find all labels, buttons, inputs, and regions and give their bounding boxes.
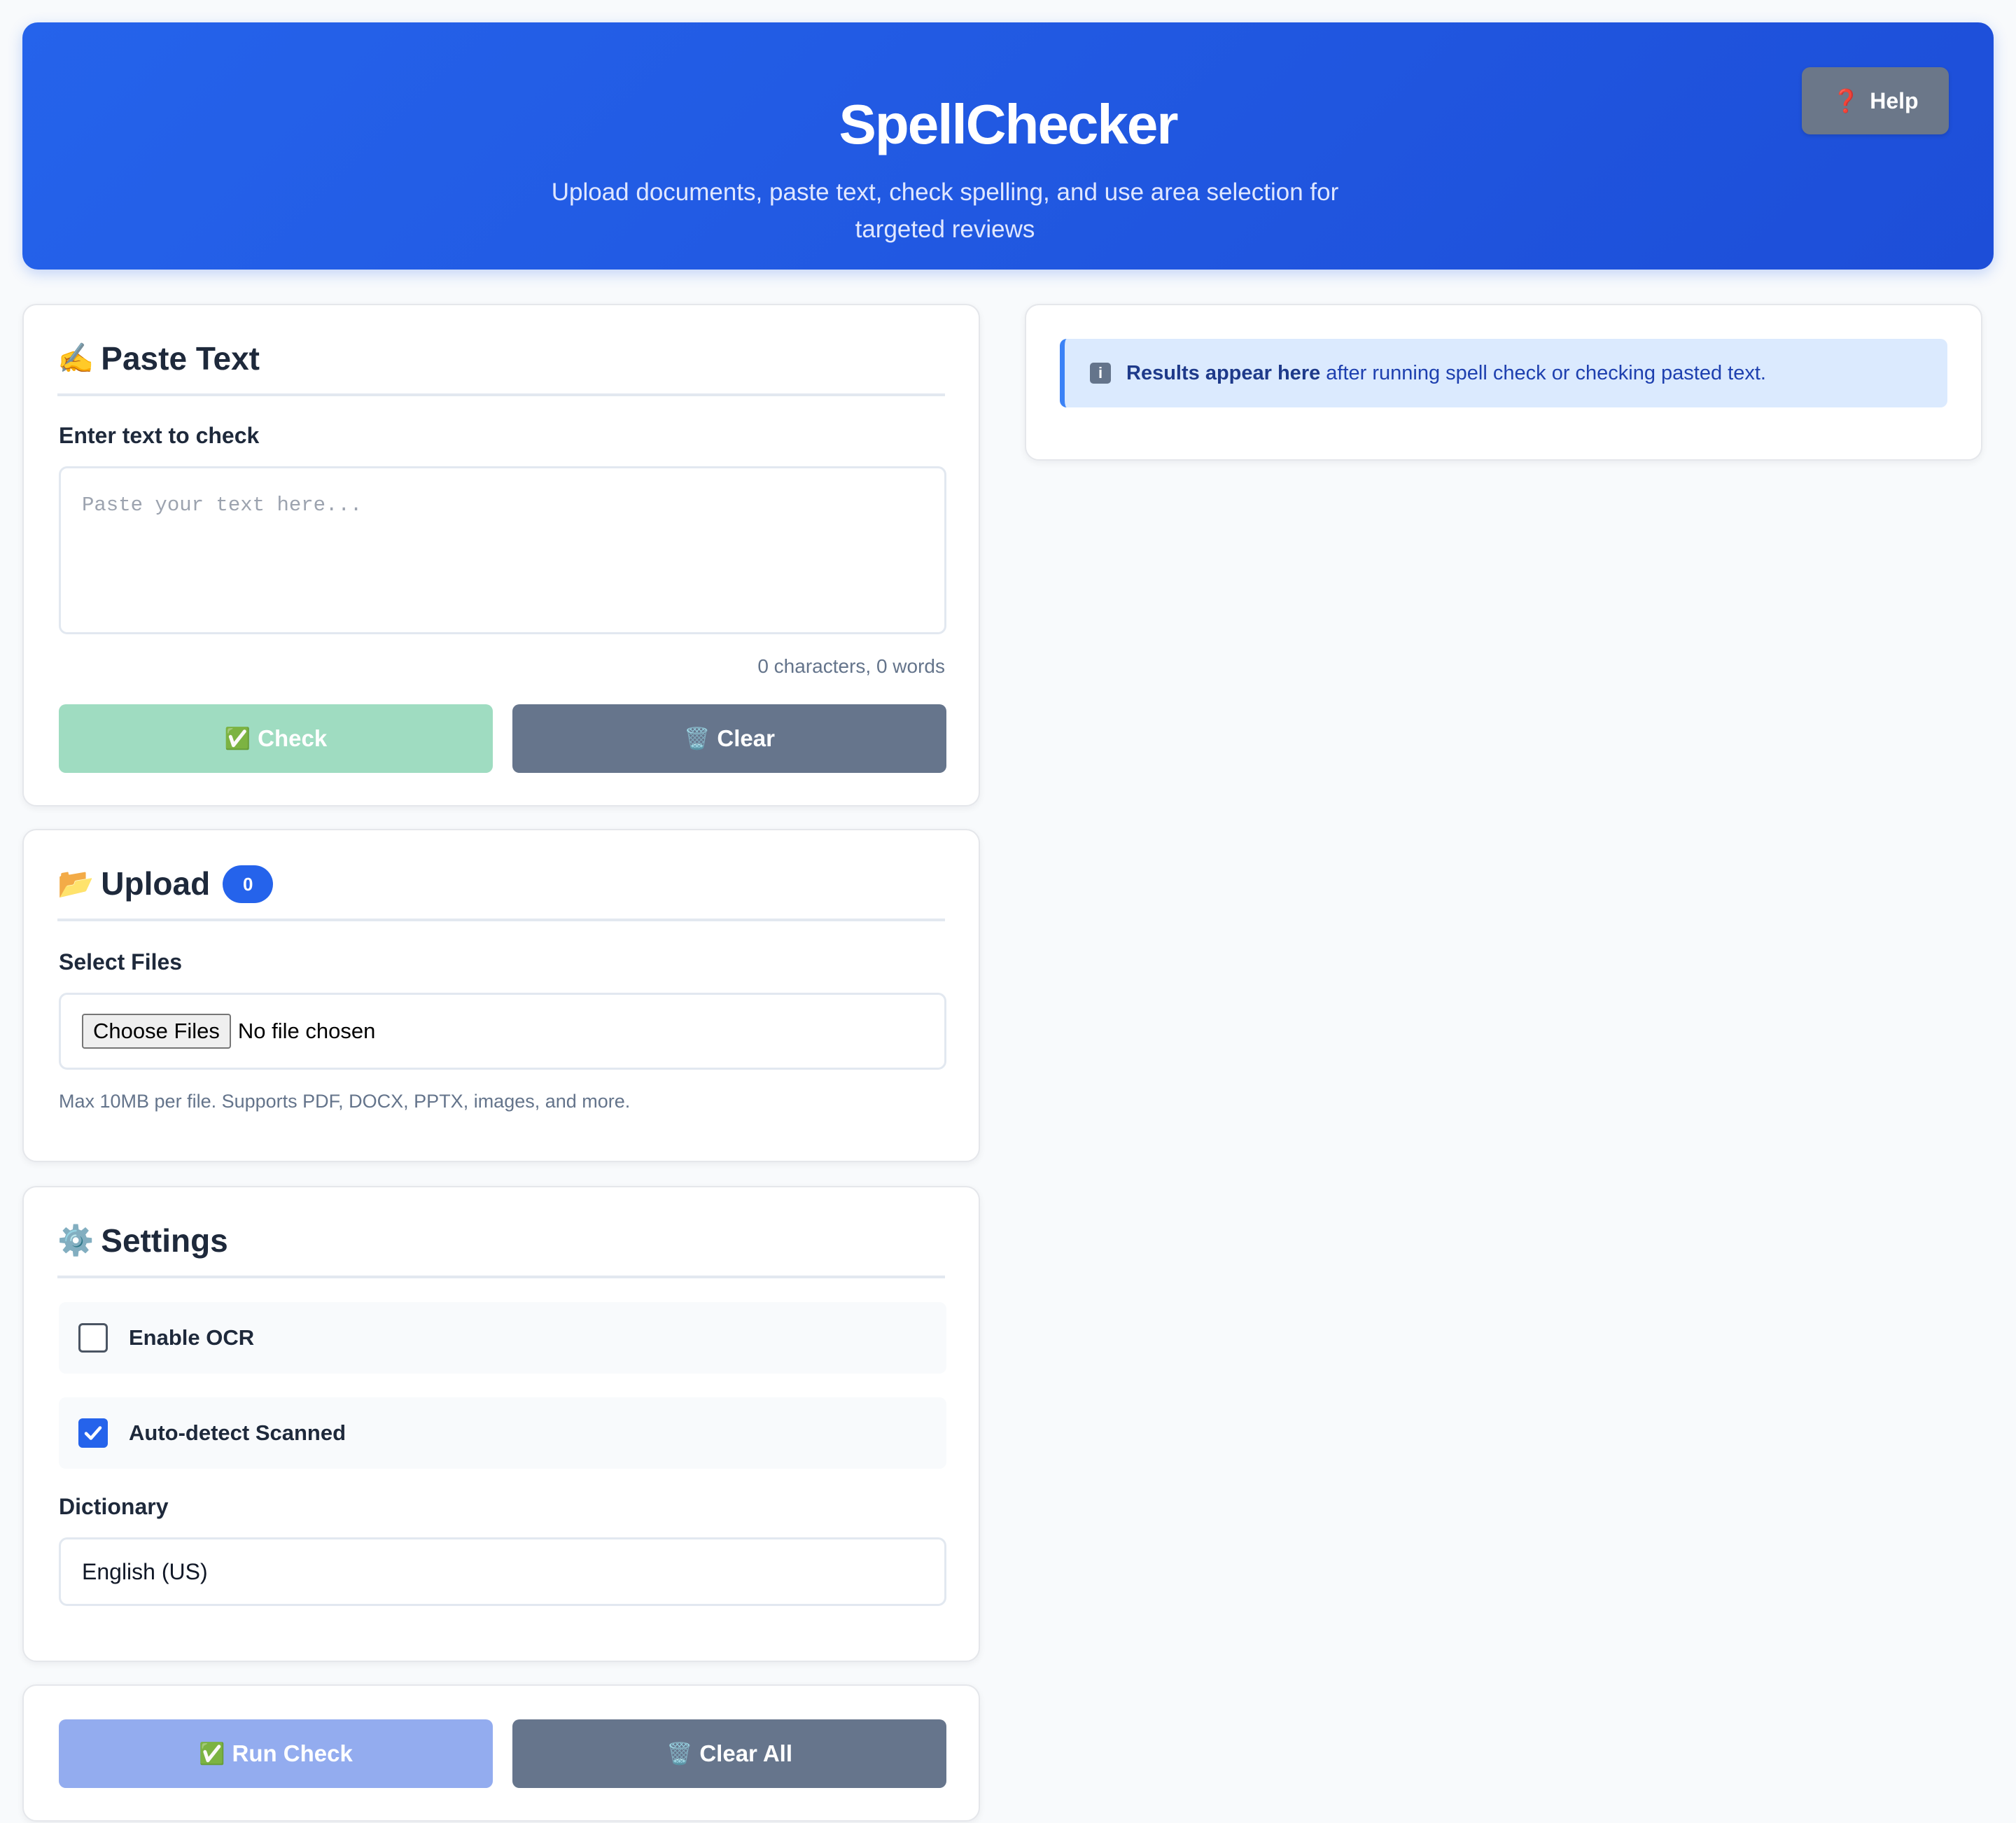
upload-card: 📂 Upload 0 Select Files Choose Files No … bbox=[22, 829, 980, 1162]
paste-text-title: Paste Text bbox=[101, 340, 260, 377]
upload-heading: 📂 Upload 0 bbox=[57, 864, 945, 921]
file-status: No file chosen bbox=[237, 1019, 376, 1043]
file-count-badge: 0 bbox=[223, 865, 274, 903]
enable-ocr-label: Enable OCR bbox=[129, 1325, 255, 1350]
text-input-label: Enter text to check bbox=[59, 423, 260, 448]
folder-icon: 📂 bbox=[57, 867, 94, 900]
text-input[interactable]: Paste your text here... bbox=[59, 466, 946, 634]
setting-auto-detect-scanned[interactable]: Auto-detect Scanned bbox=[59, 1397, 946, 1469]
checkmark-icon bbox=[84, 1426, 102, 1440]
dictionary-selected-value: English (US) bbox=[82, 1558, 208, 1584]
check-mark-icon: ✅ bbox=[199, 1742, 225, 1766]
trash-icon: 🗑️ bbox=[666, 1742, 693, 1766]
settings-heading: ⚙️ Settings bbox=[57, 1221, 945, 1278]
actions-card: ✅ Run Check 🗑️ Clear All bbox=[22, 1684, 980, 1822]
run-check-label: Run Check bbox=[232, 1740, 353, 1766]
run-check-button[interactable]: ✅ Run Check bbox=[59, 1719, 493, 1788]
dictionary-label: Dictionary bbox=[59, 1494, 169, 1519]
clear-button-label: Clear bbox=[717, 725, 775, 751]
check-button-label: Check bbox=[258, 725, 328, 751]
results-info-alert: i Results appear here after running spel… bbox=[1060, 339, 1947, 407]
check-mark-icon: ✅ bbox=[224, 727, 251, 750]
settings-card: ⚙️ Settings Enable OCR Auto-detect Scann… bbox=[22, 1186, 980, 1662]
upload-hint: Max 10MB per file. Supports PDF, DOCX, P… bbox=[59, 1091, 631, 1112]
auto-detect-label: Auto-detect Scanned bbox=[129, 1420, 346, 1445]
paste-text-card: ✍️ Paste Text Enter text to check Paste … bbox=[22, 304, 980, 806]
question-icon: ❓ bbox=[1832, 88, 1861, 113]
trash-icon: 🗑️ bbox=[684, 727, 710, 750]
writing-hand-icon: ✍️ bbox=[57, 342, 94, 375]
results-message-bold: Results appear here bbox=[1126, 361, 1321, 384]
choose-files-button[interactable]: Choose Files bbox=[82, 1014, 231, 1049]
auto-detect-checkbox[interactable] bbox=[78, 1418, 108, 1448]
app-title: SpellChecker bbox=[839, 93, 1179, 155]
info-icon: i bbox=[1090, 363, 1111, 384]
gear-icon: ⚙️ bbox=[57, 1224, 94, 1257]
upload-title: Upload bbox=[101, 865, 211, 902]
enable-ocr-checkbox[interactable] bbox=[78, 1323, 108, 1353]
results-message: Results appear here after running spell … bbox=[1126, 362, 1766, 385]
character-word-counter: 0 characters, 0 words bbox=[757, 655, 945, 677]
clear-all-button[interactable]: 🗑️ Clear All bbox=[512, 1719, 946, 1788]
help-button[interactable]: ❓ Help bbox=[1802, 67, 1949, 134]
file-input[interactable]: Choose Files No file chosen bbox=[59, 993, 946, 1070]
text-input-placeholder: Paste your text here... bbox=[82, 494, 363, 517]
app-header: SpellChecker Upload documents, paste tex… bbox=[22, 22, 1994, 270]
select-files-label: Select Files bbox=[59, 949, 183, 975]
clear-all-label: Clear All bbox=[699, 1740, 793, 1766]
setting-enable-ocr[interactable]: Enable OCR bbox=[59, 1302, 946, 1374]
settings-title: Settings bbox=[101, 1222, 228, 1259]
app-subtitle: Upload documents, paste text, check spel… bbox=[551, 179, 1339, 243]
help-button-label: Help bbox=[1870, 88, 1919, 113]
check-button[interactable]: ✅ Check bbox=[59, 704, 493, 773]
results-message-rest: after running spell check or checking pa… bbox=[1320, 361, 1766, 384]
paste-text-heading: ✍️ Paste Text bbox=[57, 339, 945, 396]
dictionary-select[interactable]: English (US) bbox=[59, 1537, 946, 1606]
clear-button[interactable]: 🗑️ Clear bbox=[512, 704, 946, 773]
results-card: i Results appear here after running spel… bbox=[1025, 304, 1982, 461]
